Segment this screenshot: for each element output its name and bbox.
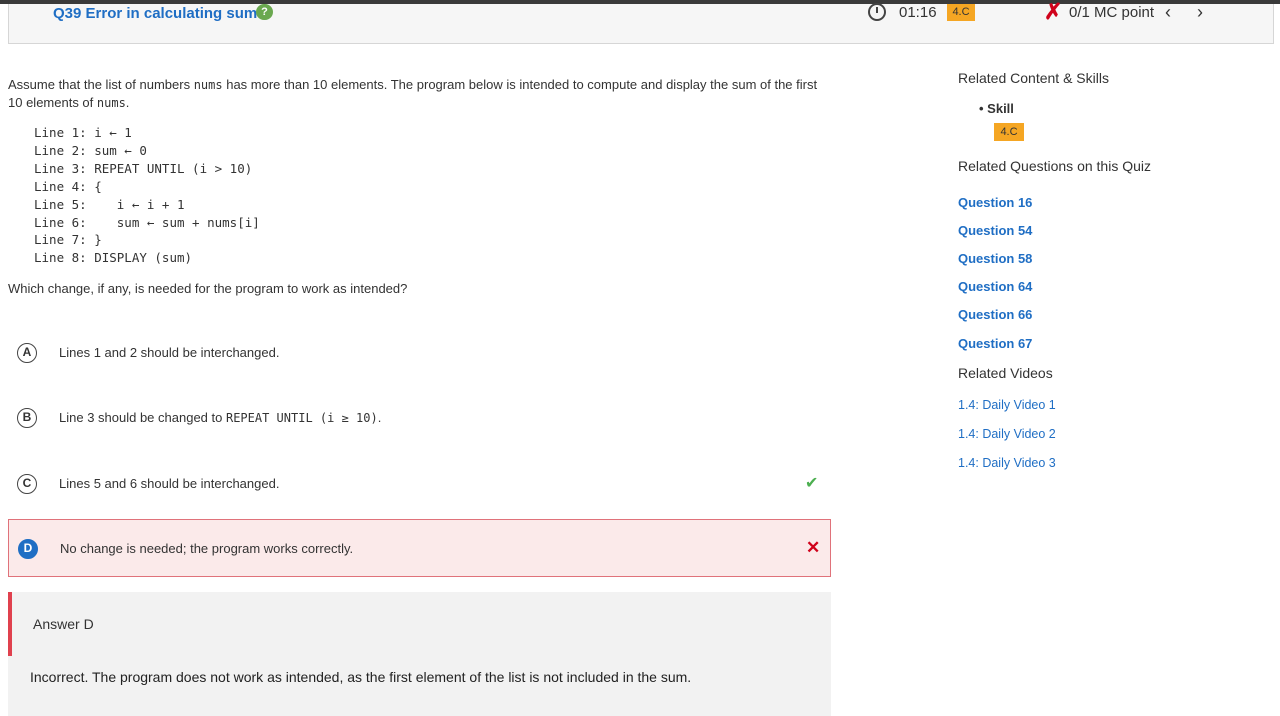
incorrect-x-icon: ✕ [806,538,821,557]
question-header: Q39 Error in calculating sum ? 01:16 4.C… [8,0,1274,44]
code-line: Line 1: i ← 1 [34,125,132,140]
answer-explanation: Incorrect. The program does not work as … [30,669,692,685]
choice-a[interactable]: A Lines 1 and 2 should be interchanged. [8,323,831,381]
code-inline: nums [96,96,126,110]
skill-badge[interactable]: 4.C [994,123,1024,141]
related-content-heading: Related Content & Skills [958,70,1109,86]
related-video-link[interactable]: 1.4: Daily Video 2 [958,427,1056,441]
skill-badge: 4.C [947,4,975,21]
related-video-link[interactable]: 1.4: Daily Video 1 [958,398,1056,412]
code-block: Line 1: i ← 1 Line 2: sum ← 0 Line 3: REPE… [34,124,260,267]
previous-question-button[interactable]: ‹ [1165,2,1171,23]
related-video-link[interactable]: 1.4: Daily Video 3 [958,456,1056,470]
code-line: Line 8: DISPLAY (sum) [34,250,193,266]
code-inline: nums [193,78,223,92]
related-question-link[interactable]: Question 64 [958,279,1032,294]
choice-letter-a[interactable]: A [17,343,37,363]
related-question-link[interactable]: Question 16 [958,195,1032,210]
answer-status-bar [8,592,12,656]
choice-letter-d[interactable]: D [18,539,38,559]
related-question-link[interactable]: Question 67 [958,336,1032,351]
choice-text-b: Line 3 should be changed to REPEAT UNTIL… [59,410,382,425]
code-line: Line 5: i ← i + 1 [34,196,185,212]
skill-label: • Skill [979,101,1014,116]
code-line: Line 2: sum ← 0 [34,142,147,158]
timer-value: 01:16 [899,4,937,21]
answer-label: Answer D [33,616,94,632]
choice-b[interactable]: B Line 3 should be changed to REPEAT UNT… [8,388,831,446]
points-label: 0/1 MC point [1069,4,1155,21]
question-stem: Assume that the list of numbers nums has… [8,77,818,110]
incorrect-x-icon: ✗ [1044,0,1063,24]
code-line: Line 7: } [34,232,102,248]
choice-letter-b[interactable]: B [17,408,37,428]
correct-check-icon: ✔ [805,475,819,492]
answer-explanation-panel: Answer D Incorrect. The program does not… [8,592,831,716]
choice-text-a: Lines 1 and 2 should be interchanged. [59,345,280,360]
choice-text-d: No change is needed; the program works c… [60,541,354,556]
code-line: Line 4: { [34,178,102,194]
code-line: Line 3: REPEAT UNTIL (i > 10) [34,160,253,176]
help-icon[interactable]: ? [256,4,273,20]
related-question-link[interactable]: Question 54 [958,223,1032,238]
related-videos-heading: Related Videos [958,365,1053,381]
question-title: Q39 Error in calculating sum [53,5,258,22]
question-prompt: Which change, if any, is needed for the … [8,281,408,296]
related-questions-heading: Related Questions on this Quiz [958,158,1151,174]
choice-c[interactable]: C Lines 5 and 6 should be interchanged. … [8,454,831,512]
code-line: Line 6: sum ← sum + nums[i] [34,214,260,230]
related-question-link[interactable]: Question 66 [958,307,1032,322]
choice-letter-c[interactable]: C [17,474,37,494]
timer-icon [868,3,886,21]
choice-text-c: Lines 5 and 6 should be interchanged. [59,476,280,491]
choice-d[interactable]: D No change is needed; the program works… [8,519,831,577]
next-question-button[interactable]: › [1197,2,1203,23]
related-question-link[interactable]: Question 58 [958,251,1032,266]
